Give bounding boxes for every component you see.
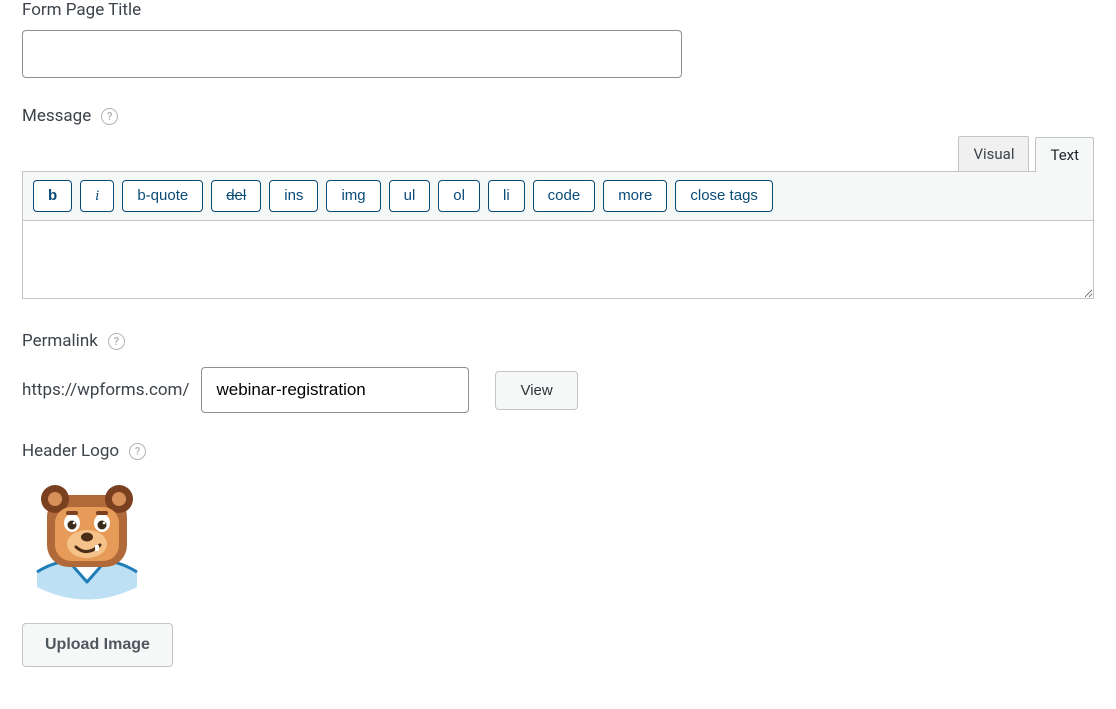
permalink-url-prefix: https://wpforms.com/ [22, 380, 189, 400]
upload-image-button[interactable]: Upload Image [22, 623, 173, 667]
tab-visual[interactable]: Visual [958, 136, 1029, 171]
mascot-bear-icon [22, 477, 152, 607]
qt-code-button[interactable]: code [533, 180, 596, 212]
qt-del-button[interactable]: del [211, 180, 261, 212]
permalink-slug-input[interactable] [201, 367, 469, 413]
form-page-title-label: Form Page Title [22, 0, 1094, 20]
form-page-title-input[interactable] [22, 30, 682, 78]
help-icon[interactable]: ? [108, 333, 125, 350]
header-logo-label: Header Logo ? [22, 441, 1094, 461]
message-editor: Visual Text b i b-quote del ins img ul o… [22, 136, 1094, 303]
help-icon[interactable]: ? [129, 443, 146, 460]
qt-italic-button[interactable]: i [80, 180, 114, 212]
header-logo-preview[interactable] [22, 477, 152, 607]
view-button[interactable]: View [495, 371, 577, 410]
qt-ins-button[interactable]: ins [269, 180, 318, 212]
help-icon[interactable]: ? [101, 108, 118, 125]
permalink-label: Permalink ? [22, 331, 1094, 351]
editor-tabs: Visual Text [22, 136, 1094, 171]
qt-ul-button[interactable]: ul [389, 180, 431, 212]
message-textarea[interactable] [22, 221, 1094, 299]
qt-img-button[interactable]: img [326, 180, 380, 212]
permalink-row: https://wpforms.com/ View [22, 367, 1094, 413]
qt-bold-button[interactable]: b [33, 180, 72, 212]
qt-closetags-button[interactable]: close tags [675, 180, 773, 212]
permalink-label-text: Permalink [22, 331, 98, 351]
editor-toolbar: b i b-quote del ins img ul ol li code mo… [22, 171, 1094, 221]
qt-bquote-button[interactable]: b-quote [122, 180, 203, 212]
tab-text[interactable]: Text [1035, 137, 1094, 172]
qt-more-button[interactable]: more [603, 180, 667, 212]
qt-ol-button[interactable]: ol [438, 180, 480, 212]
qt-li-button[interactable]: li [488, 180, 525, 212]
message-label: Message ? [22, 106, 1094, 126]
header-logo-label-text: Header Logo [22, 441, 119, 461]
message-label-text: Message [22, 106, 91, 126]
form-page-title-label-text: Form Page Title [22, 0, 141, 20]
